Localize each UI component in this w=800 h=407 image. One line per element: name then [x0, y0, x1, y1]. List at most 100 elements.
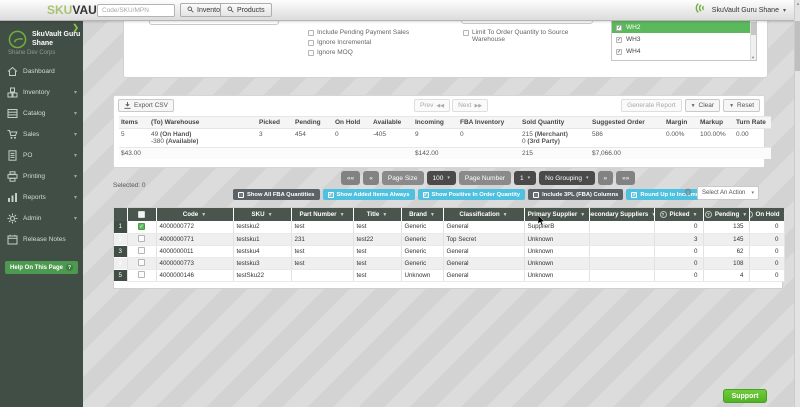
select-all-checkbox[interactable] [138, 211, 145, 218]
column-header-title[interactable]: Title▼ [353, 208, 401, 221]
reset-filters-button[interactable]: ▼ Reset [723, 99, 760, 112]
scrollbar-thumb[interactable] [795, 21, 800, 71]
search-input[interactable] [97, 4, 175, 17]
filter-funnel-icon[interactable]: ▼ [580, 212, 585, 218]
row-select-cell[interactable] [127, 269, 156, 281]
row-select-cell[interactable] [127, 257, 156, 269]
row-select-cell[interactable] [127, 245, 156, 257]
help-on-this-page-button[interactable]: Help On This Page ? [5, 261, 78, 274]
table-row[interactable]: 44000000773testsku3testtestGenericGenera… [114, 257, 784, 269]
filter-funnel-icon[interactable]: ▼ [201, 212, 206, 218]
filter-funnel-icon[interactable]: ▼ [340, 212, 345, 218]
scroll-down-arrow-icon[interactable]: ▼ [750, 55, 756, 60]
table-row[interactable]: 54000000146testSku22testUnknownGeneralUn… [114, 269, 784, 281]
page-size-select[interactable]: 100 ▾ [427, 171, 456, 185]
window-scrollbar[interactable]: ▲ [794, 0, 800, 407]
column-header-pending[interactable]: ?Pending▼ [703, 208, 749, 221]
filter-funnel-icon[interactable]: ▼ [742, 212, 747, 218]
sidebar-item-sales[interactable]: Sales▾ [0, 124, 83, 145]
prev-page-button[interactable]: Prev ◀◀ [414, 99, 450, 112]
filter-funnel-icon[interactable]: ▼ [503, 212, 508, 218]
previous-page-button[interactable]: « [363, 171, 379, 185]
column-label: Brand [409, 211, 427, 218]
ignore-moq-checkbox[interactable]: Ignore MOQ [308, 49, 409, 59]
column-header-code[interactable]: Code▼ [156, 208, 233, 221]
last-page-button[interactable]: »» [616, 171, 635, 185]
warehouse-option-wh4[interactable]: ✓ WH4 [612, 45, 756, 57]
filter-funnel-icon[interactable]: ▼ [783, 212, 784, 218]
select-action-dropdown[interactable]: Select An Action ▾ [697, 186, 759, 200]
warehouse-listbox[interactable]: ✓WH2✓WH3✓WH4 ▼ [611, 21, 757, 61]
help-icon[interactable]: ? [749, 211, 753, 218]
row-select-cell[interactable]: ✓ [127, 221, 156, 233]
column-header-on-hold[interactable]: ?On Hold▼ [749, 208, 784, 221]
row-checkbox[interactable]: ✓ [138, 223, 145, 230]
select-all-header[interactable] [127, 208, 156, 221]
grouping-select[interactable]: No Grouping ▾ [539, 171, 594, 185]
row-checkbox[interactable] [138, 259, 145, 266]
clear-filters-button[interactable]: ▼ Clear [685, 99, 721, 112]
row-select-cell[interactable] [127, 233, 156, 245]
warehouse-option-wh2[interactable]: ✓WH2 [612, 21, 756, 33]
table-row[interactable]: 24000000771testsku1231test22GenericTop S… [114, 233, 784, 245]
checkbox-checked-icon[interactable]: ✓ [616, 49, 622, 55]
checkbox-checked-icon[interactable]: ✓ [616, 37, 622, 43]
support-button[interactable]: Support [723, 389, 767, 403]
export-csv-button[interactable]: Export CSV [118, 99, 174, 112]
row-checkbox[interactable] [138, 235, 145, 242]
column-header-classification[interactable]: Classification▼ [443, 208, 524, 221]
column-header-sku[interactable]: SKU▼ [233, 208, 291, 221]
warehouse-list-scrollbar[interactable]: ▼ [750, 21, 756, 61]
next-page-button[interactable]: Next ▶▶ [452, 99, 488, 112]
sidebar-item-catalog[interactable]: Catalog▾ [0, 103, 83, 124]
user-account-menu[interactable]: SkuVault Guru Shane ▾ [694, 2, 786, 19]
ignore-incremental-checkbox[interactable]: Ignore Incremental [308, 39, 409, 49]
sidebar-item-admin[interactable]: Admin▾ [0, 208, 83, 229]
filter-funnel-icon[interactable]: ▼ [693, 212, 698, 218]
prev-label: Prev [420, 102, 433, 109]
sidebar-item-dashboard[interactable]: Dashboard [0, 61, 83, 82]
generate-report-button[interactable]: Generate Report [621, 99, 681, 112]
toggle-show-all-fba-quantities[interactable]: Show All FBA Quantities [233, 189, 320, 200]
row-checkbox[interactable] [138, 271, 145, 278]
warehouse-label: WH4 [626, 48, 640, 55]
checkbox-icon[interactable] [308, 50, 314, 56]
column-header-part-number[interactable]: Part Number▼ [291, 208, 353, 221]
first-page-button[interactable]: «« [341, 171, 360, 185]
sidebar-item-reports[interactable]: Reports▾ [0, 187, 83, 208]
checkbox-icon[interactable] [308, 30, 314, 36]
next-page-button[interactable]: » [598, 171, 614, 185]
checkbox-icon[interactable] [463, 30, 469, 36]
include-pending-payment-sales-checkbox[interactable]: Include Pending Payment Sales [308, 29, 409, 39]
checkbox-checked-icon[interactable]: ✓ [616, 25, 622, 31]
limit-to-order-quantity-checkbox[interactable]: Limit To Order Quantity to Source Wareho… [463, 29, 581, 43]
filter-funnel-icon[interactable]: ▼ [382, 212, 387, 218]
sidebar-item-printing[interactable]: Printing▾ [0, 166, 83, 187]
help-icon[interactable]: ? [705, 211, 712, 218]
column-header-secondary-suppliers[interactable]: Secondary Suppliers▼ [589, 208, 654, 221]
checkbox-icon[interactable] [308, 40, 314, 46]
filter-funnel-icon[interactable]: ▼ [430, 212, 435, 218]
row-checkbox[interactable] [138, 247, 145, 254]
help-icon[interactable]: ? [660, 211, 667, 218]
column-header-primary-supplier[interactable]: Primary Supplier▼ [524, 208, 589, 221]
page-number-select[interactable]: 1 ▾ [514, 171, 536, 185]
sidebar-item-po[interactable]: PO▾ [0, 145, 83, 166]
grid-settings-gear-icon[interactable]: ⚙ [684, 187, 692, 198]
sidebar-user-block[interactable]: ❯ SkuVault Guru Shane Shane Dev Corps [0, 21, 83, 61]
products-search-button[interactable]: Products [220, 3, 272, 17]
toggle-show-added-items-always[interactable]: ✓Show Added Items Always [323, 189, 415, 200]
column-header-brand[interactable]: Brand▼ [401, 208, 443, 221]
cell-on_hold: 0 [749, 221, 784, 233]
toggle-include-3pl-fba-columns[interactable]: Include 3PL (FBA) Columns [528, 189, 623, 200]
table-row[interactable]: 1✓4000000772testsku2testtestGenericGener… [114, 221, 784, 233]
warehouse-option-wh3[interactable]: ✓WH3 [612, 33, 756, 45]
column-header-picked[interactable]: ?Picked▼ [654, 208, 703, 221]
filter-funnel-icon[interactable]: ▼ [268, 212, 273, 218]
sidebar-item-release-notes[interactable]: Release Notes [0, 229, 83, 250]
scrollbar-thumb[interactable] [751, 22, 756, 35]
sidebar-item-inventory[interactable]: Inventory▾ [0, 82, 83, 103]
scroll-up-arrow-icon[interactable]: ▲ [795, 1, 800, 6]
toggle-show-positive-in-order-quantity[interactable]: ✓Show Positive In Order Quantity [418, 189, 526, 200]
table-row[interactable]: 34000000011testsku4testtestGenericGenera… [114, 245, 784, 257]
